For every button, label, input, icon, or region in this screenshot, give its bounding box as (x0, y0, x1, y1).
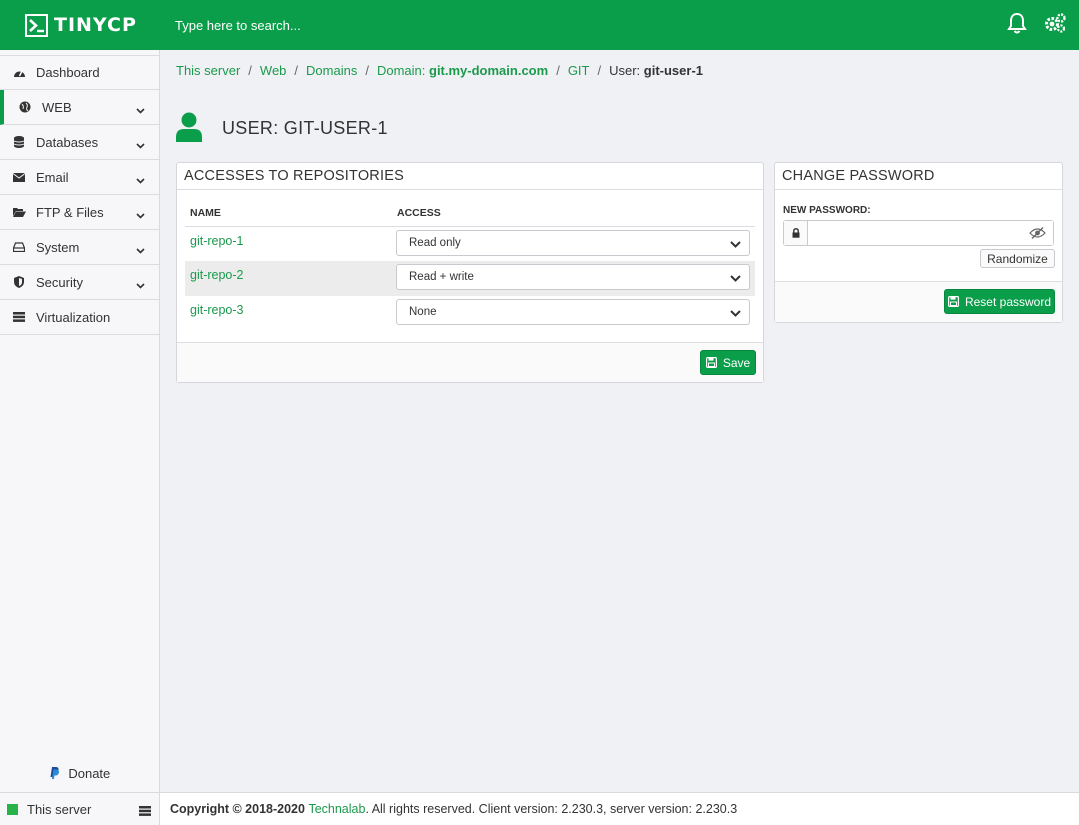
technalab-link[interactable]: Technalab (308, 802, 365, 816)
sidebar-item-label: System (36, 239, 80, 255)
lock-icon (784, 221, 808, 245)
new-password-input[interactable] (808, 221, 1053, 245)
shield-icon (12, 275, 26, 289)
access-panel: ACCESSES TO REPOSITORIES NAME ACCESS git… (176, 162, 764, 383)
table-row: git-repo-3 None (185, 296, 755, 331)
breadcrumb: This server / Web / Domains / Domain: gi… (176, 63, 704, 78)
bell-icon[interactable] (1007, 12, 1027, 37)
sidebar-item-label: Virtualization (36, 309, 111, 325)
folder-open-icon (12, 205, 26, 219)
sidebar-item-virtualization[interactable]: Virtualization (0, 300, 159, 335)
change-password-footer: Reset password (775, 281, 1062, 322)
sidebar-item-email[interactable]: Email (0, 160, 159, 195)
sidebar-item-security[interactable]: Security (0, 265, 159, 300)
server-status-indicator (7, 803, 18, 815)
chevron-down-icon (136, 172, 145, 187)
sidebar-item-label: Email (36, 169, 69, 185)
access-table: NAME ACCESS git-repo-1 Read only git-rep… (185, 201, 755, 331)
breadcrumb-this-server[interactable]: This server (176, 63, 240, 78)
access-select[interactable]: Read + write (396, 264, 750, 290)
globe-icon (18, 100, 32, 114)
logo[interactable]: TINYCP (0, 0, 160, 50)
repo-name[interactable]: git-repo-3 (190, 303, 244, 317)
top-bar: TINYCP (0, 0, 1079, 50)
search-input[interactable] (175, 17, 675, 33)
chevron-down-icon (136, 137, 145, 152)
repo-name[interactable]: git-repo-1 (190, 234, 244, 248)
access-panel-footer: Save (177, 342, 763, 382)
terminal-logo-icon (25, 13, 48, 37)
sidebar-item-label: Databases (36, 134, 99, 150)
new-password-label: NEW PASSWORD: (783, 205, 871, 216)
change-password-title: CHANGE PASSWORD (775, 163, 1062, 190)
breadcrumb-current: User: git-user-1 (609, 63, 704, 78)
breadcrumb-domain[interactable]: Domain: git.my-domain.com (377, 63, 548, 78)
sidebar-item-label: WEB (42, 99, 72, 115)
chevron-down-icon (136, 207, 145, 222)
donate-link[interactable]: Donate (0, 766, 160, 782)
database-icon (12, 135, 26, 149)
chevron-down-icon (136, 102, 145, 117)
sidebar-item-databases[interactable]: Databases (0, 125, 159, 160)
access-select[interactable]: None (396, 299, 750, 325)
chevron-down-icon (730, 239, 741, 251)
brand-name: TINYCP (54, 14, 137, 36)
footer: This server Copyright © 2018-2020 Techna… (0, 792, 1079, 825)
chevron-down-icon (136, 242, 145, 257)
sidebar-item-label: FTP & Files (36, 204, 104, 220)
breadcrumb-domains[interactable]: Domains (306, 63, 357, 78)
save-button[interactable]: Save (700, 350, 756, 375)
breadcrumb-git[interactable]: GIT (568, 63, 590, 78)
sidebar-item-system[interactable]: System (0, 230, 159, 265)
sidebar-item-label: Security (36, 274, 83, 290)
breadcrumb-web[interactable]: Web (260, 63, 287, 78)
sidebar-item-dashboard[interactable]: Dashboard (0, 55, 159, 90)
new-password-group (783, 220, 1054, 246)
repo-name[interactable]: git-repo-2 (190, 268, 244, 282)
page-header: USER: GIT-USER-1 (176, 112, 388, 145)
column-header-access: ACCESS (392, 201, 755, 227)
reset-password-button[interactable]: Reset password (944, 289, 1055, 314)
server-selector[interactable]: This server (0, 792, 160, 825)
user-icon (176, 112, 202, 145)
chevron-down-icon (730, 273, 741, 285)
floppy-icon (947, 296, 959, 307)
server-icon (12, 310, 26, 324)
dashboard-icon (12, 66, 26, 80)
sidebar-item-web[interactable]: WEB (0, 90, 159, 125)
change-password-panel: CHANGE PASSWORD NEW PASSWORD: Randomize … (774, 162, 1063, 323)
column-header-name: NAME (185, 201, 392, 227)
envelope-icon (12, 170, 26, 184)
floppy-icon (705, 357, 717, 368)
server-list-icon[interactable] (139, 804, 151, 819)
copyright-text: Copyright © 2018-2020 Technalab. All rig… (170, 802, 738, 816)
sidebar-item-label: Dashboard (36, 65, 100, 80)
chevron-down-icon (730, 308, 741, 320)
sidebar: Dashboard WEB Databases Email FTP & File… (0, 50, 160, 792)
access-panel-title: ACCESSES TO REPOSITORIES (177, 163, 763, 190)
table-row: git-repo-1 Read only (185, 226, 755, 261)
hdd-icon (12, 240, 26, 254)
page-title: USER: GIT-USER-1 (222, 118, 388, 138)
paypal-icon (50, 767, 59, 782)
chevron-down-icon (136, 277, 145, 292)
gears-icon[interactable] (1043, 12, 1067, 37)
server-label: This server (27, 801, 92, 817)
donate-label: Donate (68, 766, 111, 781)
sidebar-item-ftp-files[interactable]: FTP & Files (0, 195, 159, 230)
access-select[interactable]: Read only (396, 229, 750, 256)
table-row: git-repo-2 Read + write (185, 261, 755, 296)
eye-slash-icon[interactable] (1029, 227, 1046, 242)
randomize-button[interactable]: Randomize (980, 249, 1055, 268)
